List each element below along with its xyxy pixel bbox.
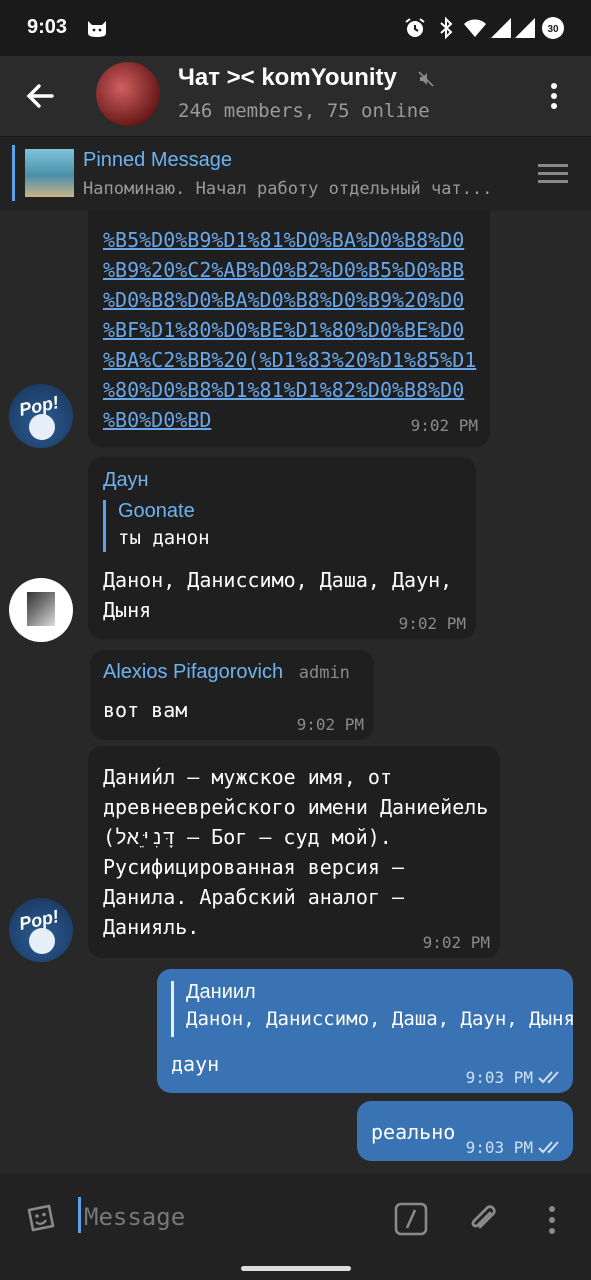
message-text: даун (171, 1052, 220, 1076)
message-bubble[interactable]: Даун Goonate ты данон Данон, Даниссимо, … (88, 457, 476, 639)
message-bubble-outgoing[interactable]: Даниил Данон, Даниссимо, Даша, Даун, Дын… (157, 969, 575, 1093)
chat-subtitle: 246 members, 75 online (178, 100, 430, 122)
back-arrow-icon[interactable] (22, 78, 58, 114)
status-time: 9:03 (27, 16, 68, 38)
read-checkmarks-icon (538, 1071, 559, 1084)
signal-2-icon (515, 18, 535, 38)
sender-avatar[interactable]: Pop! (9, 384, 73, 448)
chat-title[interactable]: Чат >< komYounity (178, 64, 397, 92)
reply-author: Даниил (186, 981, 256, 1003)
sender-avatar[interactable] (9, 578, 73, 642)
message-time: 9:03 PM (465, 1068, 533, 1087)
more-options-icon[interactable] (540, 1203, 564, 1237)
pinned-accent-bar (12, 145, 15, 201)
message-time: 9:02 PM (398, 614, 466, 633)
status-bar: 9:03 30 (0, 0, 591, 56)
message-sender-line: Alexios Pifagorovich admin (103, 661, 350, 684)
message-sender[interactable]: Alexios Pifagorovich (103, 661, 283, 683)
reply-preview[interactable]: Даниил Данон, Даниссимо, Даша, Даун, Дын… (171, 981, 575, 1037)
signal-icon (491, 18, 511, 38)
pinned-thumbnail (25, 149, 74, 197)
message-bubble[interactable]: Alexios Pifagorovich admin вот вам 9:02 … (90, 650, 374, 740)
sender-avatar[interactable]: Pop! (9, 898, 73, 962)
message-text: Дании́л — мужское имя, от древнееврейско… (103, 765, 489, 939)
pinned-list-icon[interactable] (538, 163, 568, 185)
reply-text: ты данон (118, 527, 210, 549)
message-time: 9:02 PM (296, 715, 364, 734)
message-input[interactable] (82, 1199, 376, 1235)
bluetooth-icon (440, 16, 453, 40)
reply-text: Данон, Даниссимо, Даша, Даун, Дыня (186, 1008, 575, 1030)
pinned-text: Напоминаю. Начал работу отдельный чат... (83, 179, 493, 199)
more-menu-icon[interactable] (540, 80, 568, 112)
attach-icon[interactable] (466, 1201, 500, 1237)
read-checkmarks-icon (538, 1141, 559, 1154)
home-indicator[interactable] (241, 1266, 351, 1271)
sticker-icon[interactable] (23, 1200, 59, 1236)
cat-app-icon (88, 21, 106, 37)
message-time: 9:03 PM (465, 1138, 533, 1157)
text-cursor (78, 1197, 81, 1233)
pinned-message-bar[interactable]: Pinned Message Напоминаю. Начал работу о… (0, 136, 591, 211)
message-time: 9:02 PM (410, 416, 478, 435)
wifi-icon (464, 19, 486, 37)
pinned-title: Pinned Message (83, 149, 232, 171)
bot-commands-icon[interactable] (393, 1201, 429, 1237)
message-link[interactable]: %B5%D0%B9%D1%81%D0%BA%D0%B8%D0 %B9%20%C2… (103, 225, 476, 435)
alarm-icon (405, 18, 425, 37)
message-text: реально (371, 1120, 456, 1144)
message-time: 9:02 PM (422, 933, 490, 952)
message-bubble[interactable]: %B5%D0%B9%D1%81%D0%BA%D0%B8%D0 %B9%20%C2… (88, 211, 490, 447)
reply-preview[interactable]: Goonate ты данон (103, 500, 210, 552)
message-text: вот вам (103, 698, 188, 722)
svg-text:30: 30 (547, 24, 559, 35)
message-bubble[interactable]: Дании́л — мужское имя, от древнееврейско… (88, 746, 500, 958)
chat-avatar[interactable] (96, 62, 160, 126)
message-list[interactable]: %B5%D0%B9%D1%81%D0%BA%D0%B8%D0 %B9%20%C2… (0, 211, 591, 1173)
admin-badge: admin (298, 663, 350, 683)
muted-icon (418, 71, 434, 87)
chat-header: Чат >< komYounity 246 members, 75 online (0, 56, 591, 136)
battery-icon: 30 (542, 17, 564, 39)
message-input-bar (0, 1173, 591, 1280)
reply-author: Goonate (118, 500, 195, 522)
message-sender[interactable]: Даун (103, 469, 149, 492)
message-bubble-outgoing[interactable]: реально 9:03 PM (357, 1101, 573, 1161)
